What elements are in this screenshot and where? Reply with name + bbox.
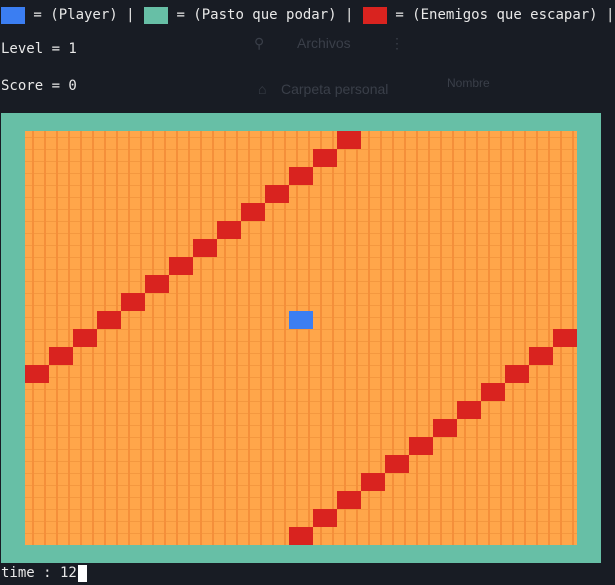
timer: time : 12: [1, 564, 87, 582]
terminal-cursor: [77, 564, 87, 582]
score-indicator: Score = 0: [1, 78, 77, 94]
enemy-tile: [409, 437, 433, 455]
game-field: [25, 131, 577, 545]
enemy-tile: [505, 365, 529, 383]
background-window-title: Archivos: [297, 35, 351, 51]
enemy-tile: [433, 419, 457, 437]
enemy-tile: [193, 239, 217, 257]
enemy-swatch: [362, 6, 387, 24]
game-board: [1, 113, 601, 563]
enemy-tile: [337, 491, 361, 509]
enemy-tile: [553, 329, 577, 347]
enemy-tile: [481, 383, 505, 401]
background-column-header: Nombre: [447, 76, 490, 90]
enemy-tile: [97, 311, 121, 329]
enemy-tile: [73, 329, 97, 347]
enemy-tile: [49, 347, 73, 365]
enemy-legend-text: = (Enemigos que escapar) |: [386, 7, 615, 23]
enemy-tile: [241, 203, 265, 221]
background-search-icon: ⚲: [254, 35, 265, 51]
enemy-tile: [289, 527, 313, 545]
player-swatch: [1, 6, 25, 24]
background-home-icon: ⌂: [258, 81, 267, 97]
enemy-tile: [217, 221, 241, 239]
enemy-tile: [145, 275, 169, 293]
enemy-tile: [121, 293, 145, 311]
enemy-tile: [169, 257, 193, 275]
enemy-tile: [529, 347, 553, 365]
timer-text: time : 12: [1, 565, 77, 581]
legend: = (Player) | = (Pasto que podar) | = (En…: [0, 5, 614, 25]
enemy-tile: [361, 473, 385, 491]
background-menu-icon: ⋮: [390, 35, 404, 51]
enemy-tile: [25, 365, 49, 383]
enemy-tile: [385, 455, 409, 473]
enemy-tile: [337, 131, 361, 149]
grass-swatch: [144, 6, 169, 24]
player-legend-text: = (Player) |: [25, 7, 144, 23]
enemy-tile: [289, 167, 313, 185]
background-home-label: Carpeta personal: [281, 81, 389, 97]
enemy-tile: [313, 509, 337, 527]
enemy-tile: [313, 149, 337, 167]
grass-legend-text: = (Pasto que podar) |: [168, 7, 362, 23]
level-indicator: Level = 1: [1, 41, 77, 57]
player-tile: [289, 311, 313, 329]
enemy-tile: [265, 185, 289, 203]
enemy-tile: [457, 401, 481, 419]
